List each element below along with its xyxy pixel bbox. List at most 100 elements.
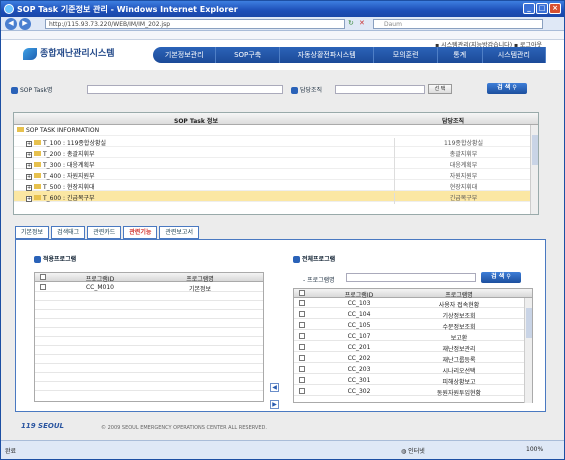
stop-icon[interactable]: ✕ bbox=[359, 19, 365, 27]
select-all-checkbox[interactable] bbox=[299, 290, 305, 296]
col-header: 프로그램ID bbox=[344, 292, 374, 299]
tab-search-tag[interactable]: 검색태그 bbox=[51, 226, 86, 239]
row-checkbox[interactable] bbox=[299, 355, 305, 361]
folder-icon bbox=[34, 184, 41, 189]
tab-related-function[interactable]: 관련기능 bbox=[123, 226, 158, 239]
move-right-button[interactable]: ▶ bbox=[270, 400, 279, 409]
back-button[interactable]: ◀ bbox=[5, 18, 17, 30]
table-row[interactable]: CC_105 수문정보조회 bbox=[294, 321, 532, 331]
sop-task-grid: SOP Task 정보 담당조직 SOP TASK INFORMATION + T… bbox=[13, 112, 539, 215]
bullet-icon bbox=[293, 256, 300, 263]
search-button[interactable]: 검 색 ⚲ bbox=[487, 83, 527, 94]
folder-icon bbox=[17, 127, 24, 132]
sop-task-label: SOP Task명 bbox=[11, 85, 53, 94]
row-checkbox[interactable] bbox=[299, 300, 305, 306]
tab-basic-info[interactable]: 기본정보 bbox=[15, 226, 50, 239]
forward-button[interactable]: ▶ bbox=[19, 18, 31, 30]
nav-item[interactable]: 시스템관리 bbox=[483, 47, 546, 63]
globe-icon: ◍ bbox=[401, 448, 407, 455]
row-checkbox[interactable] bbox=[299, 366, 305, 372]
program-filter-input[interactable] bbox=[346, 273, 476, 282]
table-row[interactable]: CC_107 보고환 bbox=[294, 332, 532, 342]
zoom-level[interactable]: 100% bbox=[526, 446, 543, 453]
row-checkbox[interactable] bbox=[299, 322, 305, 328]
logo-mark-icon bbox=[23, 47, 37, 60]
program-filter-label: - 프로그램명 bbox=[303, 277, 335, 284]
search-row: SOP Task명 담당조직 선 택 검 색 ⚲ bbox=[9, 82, 554, 96]
site-logo[interactable]: 종합재난관리시스템 bbox=[23, 46, 115, 60]
expand-icon: + bbox=[26, 196, 32, 202]
folder-icon bbox=[34, 195, 41, 200]
folder-icon bbox=[34, 140, 41, 145]
page-body: SOP Task명 담당조직 선 택 검 색 ⚲ SOP Task 정보 담당조… bbox=[1, 70, 564, 440]
col-header: 프로그램ID bbox=[85, 276, 115, 283]
table-row[interactable]: + T_200 : 총괄지휘부 총괄지휘부 bbox=[14, 147, 532, 160]
search-icon: ⚲ bbox=[512, 84, 517, 91]
programs-scrollbar[interactable] bbox=[524, 298, 532, 403]
move-left-button[interactable]: ◀ bbox=[270, 383, 279, 392]
refresh-icon[interactable]: ↻ bbox=[348, 19, 354, 27]
all-programs-title: 전체프로그램 bbox=[293, 254, 335, 263]
row-checkbox[interactable] bbox=[299, 344, 305, 350]
tab-related-card[interactable]: 관련카드 bbox=[87, 226, 122, 239]
applied-grid: 프로그램ID 프로그램명 CC_M010 기본정보 bbox=[34, 272, 264, 402]
url-input[interactable]: http://115.93.73.220/WEB/IM/IM_202.jsp bbox=[45, 19, 345, 29]
footer-logo: 119 SEOUL bbox=[21, 422, 64, 430]
grid-header: SOP Task 정보 담당조직 bbox=[14, 113, 538, 125]
bullet-icon bbox=[291, 87, 298, 94]
table-row[interactable]: CC_104 기상정보조회 bbox=[294, 310, 532, 320]
col-header: 담당조직 bbox=[442, 118, 465, 125]
table-row[interactable]: + T_300 : 대응계획부 대응계획부 bbox=[14, 158, 532, 171]
nav-item[interactable]: 자동상황전파시스템 bbox=[280, 47, 375, 63]
program-search-button[interactable]: 검 색 ⚲ bbox=[481, 272, 521, 283]
maximize-button[interactable]: □ bbox=[536, 3, 548, 14]
row-checkbox[interactable] bbox=[299, 333, 305, 339]
tree-root[interactable]: SOP TASK INFORMATION bbox=[14, 125, 532, 136]
nav-item[interactable]: 통계 bbox=[438, 47, 483, 63]
table-row[interactable]: CC_202 재난그룹등록 bbox=[294, 354, 532, 364]
internet-zone: ◍ 인터넷 bbox=[401, 448, 425, 455]
table-row[interactable]: + T_100 : 119종합상황실 119종합상황실 bbox=[14, 136, 532, 149]
dept-cell: 긴급복구부 bbox=[394, 193, 532, 204]
tab-related-report[interactable]: 관련보고서 bbox=[159, 226, 199, 239]
table-row[interactable]: CC_M010 기본정보 bbox=[35, 283, 263, 293]
nav-item[interactable]: 기본정보관리 bbox=[153, 47, 217, 63]
table-row[interactable]: + T_400 : 자원지원부 자원지원부 bbox=[14, 169, 532, 182]
folder-icon bbox=[34, 173, 41, 178]
table-row[interactable]: CC_302 동원자원투입현황 bbox=[294, 387, 532, 397]
row-checkbox[interactable] bbox=[40, 284, 46, 290]
grid-scrollbar[interactable] bbox=[530, 125, 538, 214]
nav-item[interactable]: SOP구축 bbox=[216, 47, 280, 63]
browser-window: SOP Task 기준정보 관리 - Windows Internet Expl… bbox=[0, 0, 565, 460]
table-row[interactable]: CC_103 사용자 접속현황 bbox=[294, 299, 532, 309]
nav-item[interactable]: 모의훈련 bbox=[374, 47, 438, 63]
all-programs-grid: 프로그램ID 프로그램명 CC_103 사용자 접속현황 CC_104 기상정보조회… bbox=[293, 288, 533, 403]
table-row[interactable]: CC_201 재난정보관리 bbox=[294, 343, 532, 353]
minimize-button[interactable]: _ bbox=[523, 3, 535, 14]
folder-icon bbox=[34, 151, 41, 156]
row-checkbox[interactable] bbox=[299, 377, 305, 383]
row-checkbox[interactable] bbox=[299, 388, 305, 394]
window-title: SOP Task 기준정보 관리 - Windows Internet Expl… bbox=[17, 5, 238, 14]
table-row-selected[interactable]: + T_600 : 긴급복구부 긴급복구부 bbox=[14, 191, 532, 204]
status-text: 완료 bbox=[5, 448, 17, 455]
select-button[interactable]: 선 택 bbox=[428, 84, 452, 94]
sop-task-input[interactable] bbox=[87, 85, 283, 94]
address-bar: ◀ ▶ http://115.93.73.220/WEB/IM/IM_202.j… bbox=[1, 17, 564, 31]
table-row[interactable]: + T_500 : 현장지휘대 현장지휘대 bbox=[14, 180, 532, 193]
web-search-input[interactable]: Daum bbox=[373, 19, 543, 29]
row-checkbox[interactable] bbox=[299, 311, 305, 317]
dept-label: 담당조직 bbox=[291, 85, 322, 94]
col-header: 프로그램명 bbox=[445, 292, 473, 299]
tab-panel: 적용프로그램 프로그램ID 프로그램명 CC_M010 기본정보 ◀ ▶ 전체프… bbox=[15, 239, 546, 412]
applied-title: 적용프로그램 bbox=[34, 254, 76, 263]
program-id: CC_M010 bbox=[85, 284, 114, 291]
search-icon: ⚲ bbox=[506, 273, 511, 280]
main-nav: 기본정보관리 SOP구축 자동상황전파시스템 모의훈련 통계 시스템관리 bbox=[153, 47, 546, 63]
dept-input[interactable] bbox=[335, 85, 425, 94]
select-all-checkbox[interactable] bbox=[40, 274, 46, 280]
ie-icon bbox=[4, 4, 14, 14]
table-row[interactable]: CC_301 피해상황보고 bbox=[294, 376, 532, 386]
close-button[interactable]: × bbox=[549, 3, 561, 14]
table-row[interactable]: CC_203 시나리오선택 bbox=[294, 365, 532, 375]
